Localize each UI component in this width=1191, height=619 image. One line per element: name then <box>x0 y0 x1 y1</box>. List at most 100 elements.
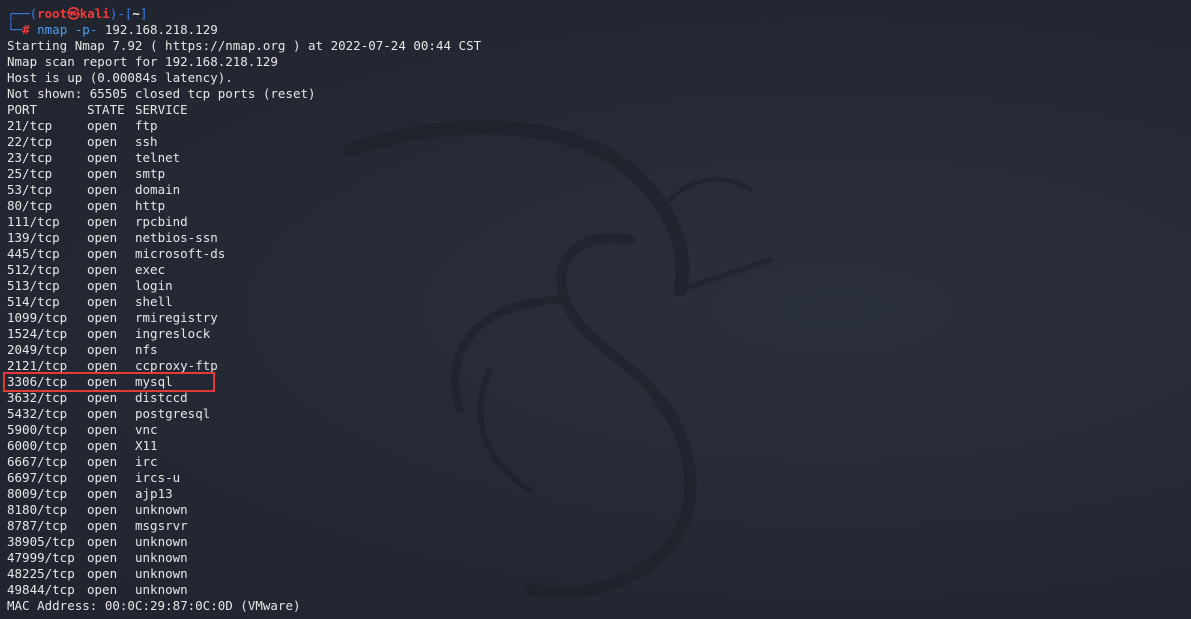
output-line: Starting Nmap 7.92 ( https://nmap.org ) … <box>7 38 482 53</box>
mac-address-line: MAC Address: 00:0C:29:87:0C:0D (VMware) <box>7 598 301 613</box>
port-row: 22/tcp open ssh <box>7 134 1191 150</box>
port-cell: 5432/tcp <box>7 406 68 421</box>
state-cell: open <box>87 550 118 565</box>
service-cell: unknown <box>135 502 188 517</box>
service-cell: rpcbind <box>135 214 188 229</box>
service-cell: exec <box>135 262 166 277</box>
port-row: 111/tcp open rpcbind <box>7 214 1191 230</box>
port-cell: 49844/tcp <box>7 582 75 597</box>
state-cell: open <box>87 166 118 181</box>
command-name: nmap <box>37 22 68 37</box>
service-cell: telnet <box>135 150 181 165</box>
state-cell: open <box>87 198 118 213</box>
output-line: Host is up (0.00084s latency). <box>7 70 233 85</box>
service-cell: rmiregistry <box>135 310 218 325</box>
service-cell: http <box>135 198 166 213</box>
port-cell: 445/tcp <box>7 246 60 261</box>
port-cell: 1099/tcp <box>7 310 68 325</box>
port-row: 6697/tcp open ircs-u <box>7 470 1191 486</box>
port-cell: 1524/tcp <box>7 326 68 341</box>
state-cell: open <box>87 470 118 485</box>
service-cell: login <box>135 278 173 293</box>
port-row: 80/tcp open http <box>7 198 1191 214</box>
service-cell: netbios-ssn <box>135 230 218 245</box>
state-cell: open <box>87 582 118 597</box>
port-cell: 512/tcp <box>7 262 60 277</box>
state-cell: open <box>87 502 118 517</box>
port-row: 8009/tcp open ajp13 <box>7 486 1191 502</box>
prompt-line-2[interactable]: └─# nmap -p- 192.168.218.129 <box>7 22 1191 38</box>
header-port: PORT <box>7 102 38 117</box>
header-state: STATE <box>87 102 125 117</box>
output-line: Nmap scan report for 192.168.218.129 <box>7 54 278 69</box>
service-cell: ircs-u <box>135 470 181 485</box>
port-cell: 53/tcp <box>7 182 53 197</box>
port-cell: 3632/tcp <box>7 390 68 405</box>
service-cell: unknown <box>135 582 188 597</box>
port-row: 21/tcp open ftp <box>7 118 1191 134</box>
port-cell: 6000/tcp <box>7 438 68 453</box>
prompt-close: ] <box>139 6 148 21</box>
port-cell: 513/tcp <box>7 278 60 293</box>
service-cell: postgresql <box>135 406 211 421</box>
service-cell: unknown <box>135 550 188 565</box>
port-cell: 8180/tcp <box>7 502 68 517</box>
port-cell: 139/tcp <box>7 230 60 245</box>
port-cell: 2049/tcp <box>7 342 68 357</box>
state-cell: open <box>87 406 118 421</box>
state-cell: open <box>87 278 118 293</box>
state-cell: open <box>87 486 118 501</box>
port-cell: 23/tcp <box>7 150 53 165</box>
service-cell: vnc <box>135 422 158 437</box>
state-cell: open <box>87 182 118 197</box>
state-cell: open <box>87 214 118 229</box>
port-row: 1099/tcp open rmiregistry <box>7 310 1191 326</box>
port-row: 49844/tcp open unknown <box>7 582 1191 598</box>
service-cell: ftp <box>135 118 158 133</box>
command-target: 192.168.218.129 <box>104 22 218 37</box>
port-row: 8787/tcp open msgsrvr <box>7 518 1191 534</box>
state-cell: open <box>87 390 118 405</box>
prompt-prefix: └─ <box>7 22 23 37</box>
port-cell: 80/tcp <box>7 198 53 213</box>
port-row: 512/tcp open exec <box>7 262 1191 278</box>
prompt-user: root㉿kali <box>37 6 110 21</box>
service-cell: unknown <box>135 566 188 581</box>
service-cell: distccd <box>135 390 188 405</box>
state-cell: open <box>87 422 118 437</box>
service-cell: domain <box>135 182 181 197</box>
terminal-output: ┌──(root㉿kali)-[~] └─# nmap -p- 192.168.… <box>7 6 1191 614</box>
port-cell: 48225/tcp <box>7 566 75 581</box>
state-cell: open <box>87 342 118 357</box>
state-cell: open <box>87 118 118 133</box>
prompt-mid: )-[ <box>109 6 133 21</box>
service-cell: ajp13 <box>135 486 173 501</box>
port-row: 6000/tcp open X11 <box>7 438 1191 454</box>
prompt-hash: # <box>22 22 30 37</box>
state-cell: open <box>87 326 118 341</box>
port-row: 48225/tcp open unknown <box>7 566 1191 582</box>
state-cell: open <box>87 246 118 261</box>
mysql-highlight-box <box>3 372 215 392</box>
port-row: 139/tcp open netbios-ssn <box>7 230 1191 246</box>
port-cell: 8787/tcp <box>7 518 68 533</box>
state-cell: open <box>87 310 118 325</box>
port-cell: 111/tcp <box>7 214 60 229</box>
port-row: 514/tcp open shell <box>7 294 1191 310</box>
state-cell: open <box>87 134 118 149</box>
port-row: 8180/tcp open unknown <box>7 502 1191 518</box>
port-row: 1524/tcp open ingreslock <box>7 326 1191 342</box>
terminal-window[interactable]: ┌──(root㉿kali)-[~] └─# nmap -p- 192.168.… <box>0 0 1191 619</box>
port-cell: 25/tcp <box>7 166 53 181</box>
state-cell: open <box>87 454 118 469</box>
port-row: 53/tcp open domain <box>7 182 1191 198</box>
port-cell: 5900/tcp <box>7 422 68 437</box>
service-cell: unknown <box>135 534 188 549</box>
service-cell: ssh <box>135 134 158 149</box>
port-cell: 21/tcp <box>7 118 53 133</box>
port-cell: 6667/tcp <box>7 454 68 469</box>
port-row: 3632/tcp open distccd <box>7 390 1191 406</box>
command-arg: -p- <box>74 22 98 37</box>
port-row: 47999/tcp open unknown <box>7 550 1191 566</box>
port-row: 23/tcp open telnet <box>7 150 1191 166</box>
